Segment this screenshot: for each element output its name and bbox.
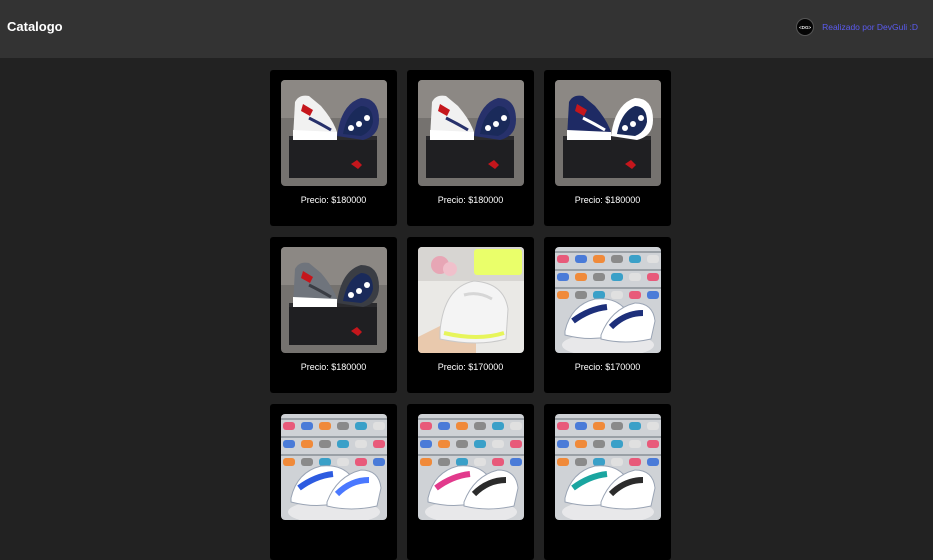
product-image[interactable]	[281, 247, 387, 353]
product-card[interactable]	[270, 404, 397, 560]
product-image[interactable]	[555, 247, 661, 353]
author-logo-icon: <DG>	[796, 18, 815, 36]
product-image[interactable]	[418, 80, 524, 186]
author-credit-link[interactable]: <DG> Realizado por DevGuli :D	[796, 18, 918, 36]
product-card[interactable]	[544, 404, 671, 560]
product-card[interactable]	[407, 404, 534, 560]
product-price: Precio: $170000	[574, 362, 641, 372]
product-image[interactable]	[281, 80, 387, 186]
product-card[interactable]: Precio: $170000	[407, 237, 534, 393]
product-card[interactable]: Precio: $180000	[270, 70, 397, 226]
product-grid: Precio: $180000 Precio: $180000 Precio: $1…	[270, 70, 671, 560]
product-image[interactable]	[555, 414, 661, 520]
product-price: Precio: $170000	[437, 362, 504, 372]
author-credit-text: Realizado por DevGuli :D	[822, 22, 918, 32]
product-card[interactable]: Precio: $180000	[544, 70, 671, 226]
product-card[interactable]: Precio: $180000	[270, 237, 397, 393]
product-card[interactable]: Precio: $170000	[544, 237, 671, 393]
product-image[interactable]	[281, 414, 387, 520]
product-price: Precio: $180000	[300, 362, 367, 372]
product-price: Precio: $180000	[437, 195, 504, 205]
product-card[interactable]: Precio: $180000	[407, 70, 534, 226]
product-price: Precio: $180000	[300, 195, 367, 205]
product-price: Precio: $180000	[574, 195, 641, 205]
product-image[interactable]	[418, 414, 524, 520]
product-image[interactable]	[555, 80, 661, 186]
top-navbar: Catalogo <DG> Realizado por DevGuli :D	[0, 0, 933, 58]
product-image[interactable]	[418, 247, 524, 353]
app-title: Catalogo	[7, 19, 63, 34]
